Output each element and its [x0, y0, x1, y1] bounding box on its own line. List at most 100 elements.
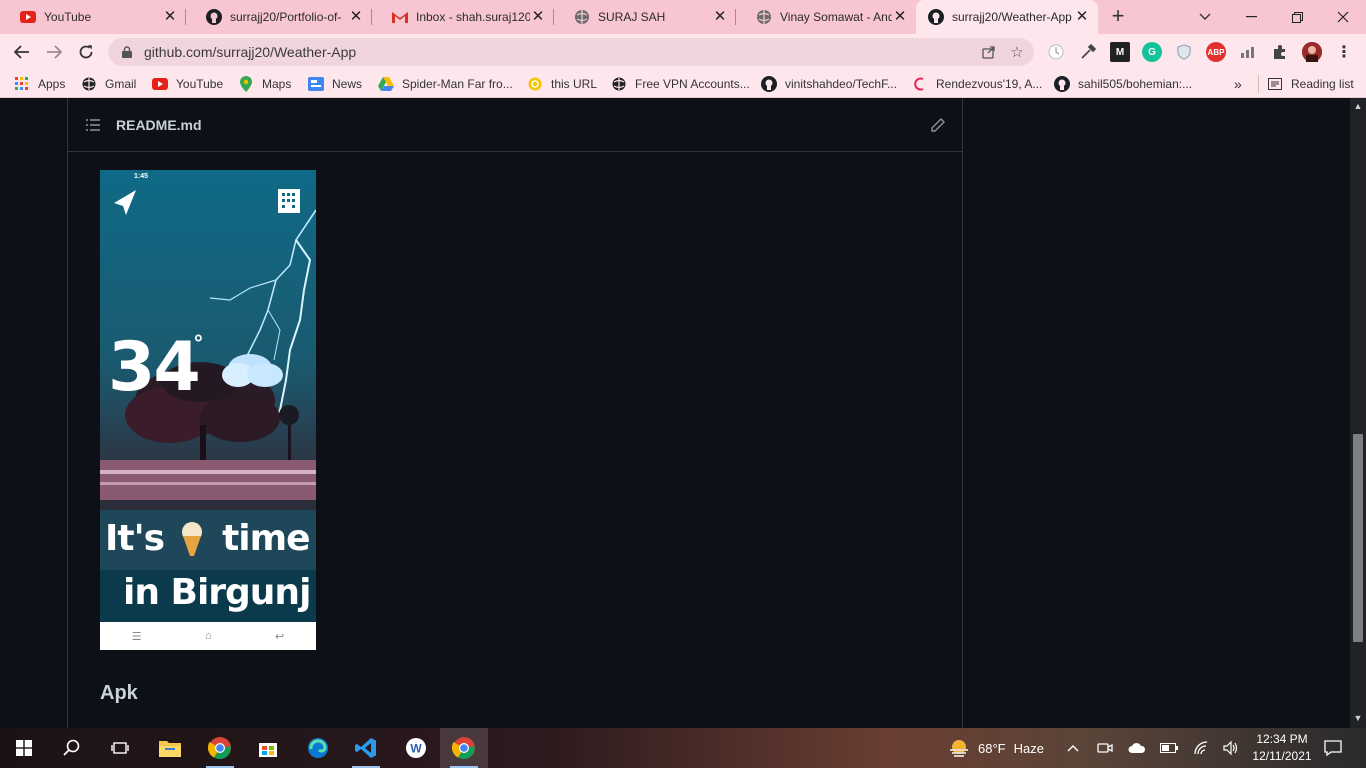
bookmark-maps[interactable]: Maps [238, 70, 291, 98]
bookmark-label: vinitshahdeo/TechF... [785, 77, 898, 91]
bookmark-vinitshahdeo[interactable]: vinitshahdeo/TechF... [761, 70, 897, 98]
weather-message-line2: in Birgunj [123, 572, 311, 613]
timer-extension-icon[interactable] [1046, 42, 1066, 62]
scrollbar-thumb[interactable] [1353, 434, 1363, 642]
address-bar[interactable]: github.com/surrajj20/Weather-App ☆ [108, 38, 1034, 66]
notifications-icon[interactable] [1320, 728, 1346, 768]
onedrive-cloud-icon[interactable] [1126, 728, 1148, 768]
outline-list-icon[interactable] [85, 117, 101, 133]
kebab-menu-icon[interactable]: ⋮ [1334, 42, 1354, 62]
scroll-up-icon[interactable]: ▲ [1350, 100, 1366, 112]
globe-icon [611, 76, 627, 92]
bookmark-news[interactable]: News [308, 70, 362, 98]
tab-title: YouTube [44, 10, 92, 24]
github-icon [1054, 76, 1070, 92]
search-icon[interactable] [48, 728, 96, 768]
reading-list-label: Reading list [1291, 77, 1354, 91]
edge-icon[interactable] [294, 728, 342, 768]
close-tab-icon[interactable]: ✕ [162, 9, 178, 25]
close-tab-icon[interactable]: ✕ [530, 9, 546, 25]
bookmark-free-vpn[interactable]: Free VPN Accounts... [611, 70, 750, 98]
temperature-value: 34 [108, 328, 201, 407]
tab-youtube[interactable]: YouTube ✕ [0, 0, 186, 34]
tab-vinay[interactable]: Vinay Somawat - And ✕ [736, 0, 916, 34]
forward-icon[interactable] [41, 39, 67, 65]
taskbar-clock[interactable]: 12:34 PM 12/11/2021 [1244, 731, 1320, 765]
edit-pencil-icon[interactable] [930, 117, 946, 133]
close-tab-icon[interactable]: ✕ [712, 9, 728, 25]
tab-weather-app[interactable]: surrajj20/Weather-App ✕ [916, 0, 1098, 34]
tab-suraj-sah[interactable]: SURAJ SAH ✕ [554, 0, 736, 34]
haze-weather-icon [948, 738, 970, 758]
new-tab-icon[interactable]: + [1106, 5, 1130, 29]
app-w-icon[interactable]: W [392, 728, 440, 768]
profile-avatar[interactable] [1302, 42, 1322, 62]
reading-list-button[interactable]: Reading list [1258, 75, 1354, 93]
close-tab-icon[interactable]: ✕ [348, 9, 364, 25]
close-tab-icon[interactable]: ✕ [892, 9, 908, 25]
extensions-puzzle-icon[interactable] [1270, 42, 1290, 62]
chrome-taskbar-icon[interactable] [196, 728, 244, 768]
battery-icon[interactable] [1158, 728, 1180, 768]
stats-extension-icon[interactable] [1238, 42, 1258, 62]
bookmark-icon [912, 76, 928, 92]
bookmark-label: Rendezvous'19, A... [936, 77, 1043, 91]
chrome-active-taskbar-icon[interactable] [440, 728, 488, 768]
file-explorer-icon[interactable] [146, 728, 194, 768]
clock-time: 12:34 PM [1256, 732, 1308, 746]
adblock-plus-icon[interactable]: ABP [1206, 42, 1226, 62]
bookmark-star-icon[interactable]: ☆ [1006, 41, 1028, 63]
bookmark-label: Maps [262, 77, 292, 91]
close-window-icon[interactable] [1330, 4, 1356, 30]
eyedropper-extension-icon[interactable] [1078, 42, 1098, 62]
news-icon [308, 76, 324, 92]
show-hidden-icons-chevron-icon[interactable] [1062, 728, 1084, 768]
task-view-icon[interactable] [96, 728, 144, 768]
bookmark-this-url[interactable]: this URL [527, 70, 597, 98]
restore-icon[interactable] [1284, 4, 1310, 30]
m-extension-icon[interactable]: M [1110, 42, 1130, 62]
bookmark-apps[interactable]: Apps [14, 70, 65, 98]
bookmark-gmail[interactable]: Gmail [81, 70, 136, 98]
page-scrollbar[interactable]: ▲ ▼ [1350, 98, 1366, 728]
bookmark-label: this URL [551, 77, 598, 91]
microsoft-store-icon[interactable] [244, 728, 292, 768]
bookmarks-overflow-button[interactable]: » [1234, 70, 1242, 98]
phone-menu-icon: ☰ [131, 630, 142, 643]
globe-icon [527, 76, 543, 92]
vscode-icon[interactable] [342, 728, 390, 768]
meet-now-icon[interactable] [1094, 728, 1116, 768]
wifi-icon[interactable] [1190, 728, 1212, 768]
tab-title: Vinay Somawat - And [780, 10, 892, 24]
page-content: README.md 1:45 34 ° It's time in Birgunj… [0, 98, 1350, 728]
bookmark-sahil505[interactable]: sahil505/bohemian:... [1054, 70, 1192, 98]
windows-start-icon[interactable] [0, 728, 48, 768]
back-icon[interactable] [9, 39, 35, 65]
tab-portfolio[interactable]: surrajj20/Portfolio-of- ✕ [186, 0, 372, 34]
share-icon[interactable] [978, 41, 1000, 63]
bookmark-label: Spider-Man Far fro... [402, 77, 513, 91]
browser-toolbar: github.com/surrajj20/Weather-App ☆ M G A… [0, 34, 1366, 70]
github-icon [928, 9, 944, 25]
tab-search-chevron-icon[interactable] [1192, 4, 1218, 30]
scroll-down-icon[interactable]: ▼ [1350, 712, 1366, 724]
bookmark-label: Free VPN Accounts... [635, 77, 750, 91]
tab-gmail[interactable]: Inbox - shah.suraj120 ✕ [372, 0, 554, 34]
volume-icon[interactable] [1220, 728, 1242, 768]
bookmark-rendezvous[interactable]: Rendezvous'19, A... [912, 70, 1042, 98]
lock-icon[interactable] [120, 45, 134, 59]
bookmark-youtube[interactable]: YouTube [152, 70, 223, 98]
bookmark-spiderman[interactable]: Spider-Man Far fro... [378, 70, 513, 98]
grammarly-icon[interactable]: G [1142, 42, 1162, 62]
close-tab-icon[interactable]: ✕ [1074, 9, 1090, 25]
weather-message-line1: It's time [105, 518, 311, 559]
minimize-icon[interactable] [1238, 4, 1264, 30]
weather-desc: Haze [1013, 740, 1044, 756]
youtube-icon [152, 76, 168, 92]
weather-widget[interactable]: 68°F Haze [948, 728, 1044, 768]
readme-filename[interactable]: README.md [116, 117, 202, 133]
shield-extension-icon[interactable] [1174, 42, 1194, 62]
reload-icon[interactable] [73, 39, 99, 65]
reading-list-icon [1267, 76, 1283, 92]
bookmark-label: Apps [38, 77, 66, 91]
